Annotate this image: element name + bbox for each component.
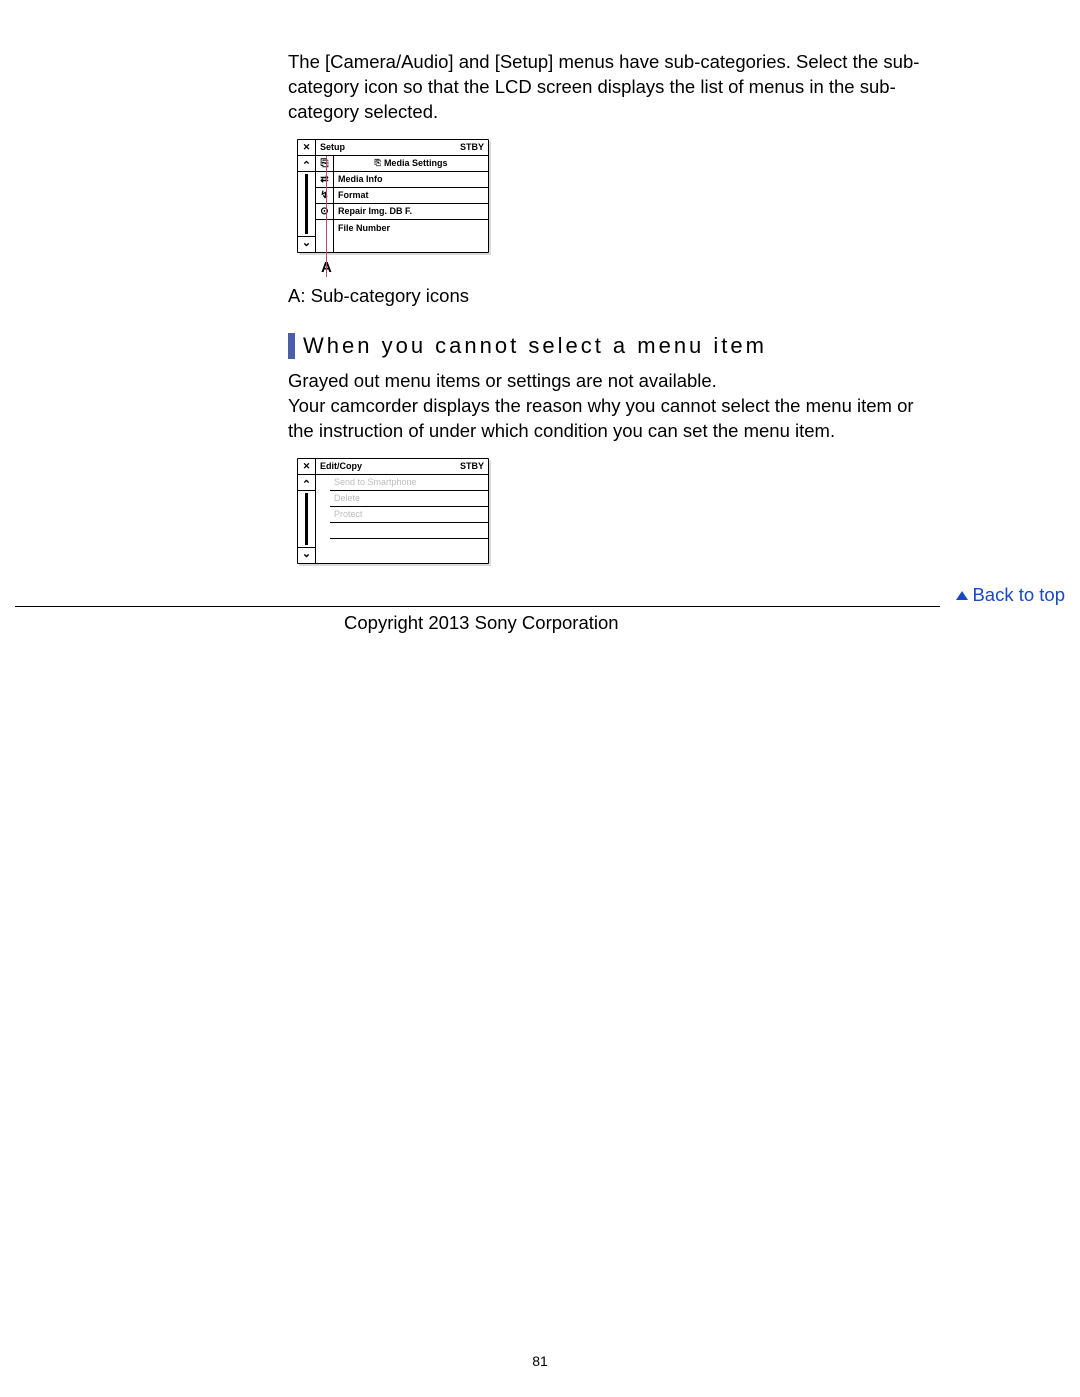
figure-setup-menu: Setup STBY ⎘ ⇄ ↯ ⊙ ⎘ <box>288 139 938 276</box>
subcategory-icon-column: ⎘ ⇄ ↯ ⊙ <box>316 156 334 252</box>
intro-paragraph: The [Camera/Audio] and [Setup] menus hav… <box>288 50 938 125</box>
page-number: 81 <box>0 1353 1080 1369</box>
chevron-up-icon <box>298 475 315 491</box>
scroll-track <box>298 491 315 547</box>
general-icon: ⊙ <box>316 204 333 220</box>
main-content: The [Camera/Audio] and [Setup] menus hav… <box>288 50 938 568</box>
horizontal-rule <box>15 606 940 607</box>
media-icon: ⎘ <box>375 158 381 168</box>
lcd-subheader-text: Media Settings <box>384 158 448 168</box>
menu-item: Media Info <box>334 172 488 188</box>
chevron-down-icon <box>298 547 315 563</box>
menu-item-empty <box>330 523 488 539</box>
gray-paragraph-1: Grayed out menu items or settings are no… <box>288 369 938 394</box>
section-heading: When you cannot select a menu item <box>288 333 938 359</box>
chevron-up-icon <box>298 156 315 172</box>
back-to-top-text: Back to top <box>972 584 1065 606</box>
menu-item: File Number <box>334 220 488 236</box>
menu-item: Format <box>334 188 488 204</box>
back-to-top-link[interactable]: Back to top <box>956 584 1065 606</box>
lcd-subheader: ⎘ Media Settings <box>334 156 488 172</box>
menu-item-empty <box>330 539 488 555</box>
lcd-header-title: Setup <box>320 142 345 152</box>
menu-item-disabled: Send to Smartphone <box>330 475 488 491</box>
connection-icon: ↯ <box>316 188 333 204</box>
menu-item-disabled: Delete <box>330 491 488 507</box>
lcd-screen-setup: Setup STBY ⎘ ⇄ ↯ ⊙ ⎘ <box>297 139 489 253</box>
caption-a: A: Sub-category icons <box>288 284 938 309</box>
callout-line <box>326 156 327 277</box>
chevron-down-icon <box>298 236 315 252</box>
figure-editcopy-menu: Edit/Copy STBY Send to Smartphone Delete… <box>288 458 938 564</box>
scroll-track <box>298 172 315 236</box>
media-settings-icon: ⎘ <box>316 156 333 172</box>
lcd-header: Edit/Copy STBY <box>316 459 488 475</box>
blank-icon <box>316 220 333 236</box>
lcd-header-title: Edit/Copy <box>320 461 362 471</box>
menu-item-disabled: Protect <box>330 507 488 523</box>
close-icon <box>298 459 315 475</box>
callout-label-a: A <box>321 259 938 276</box>
lcd-header: Setup STBY <box>316 140 488 156</box>
menu-item: Repair Img. DB F. <box>334 204 488 220</box>
gray-paragraph-2: Your camcorder displays the reason why y… <box>288 394 938 444</box>
close-icon <box>298 140 315 156</box>
lcd-header-status: STBY <box>460 461 484 471</box>
playback-icon: ⇄ <box>316 172 333 188</box>
lcd-header-status: STBY <box>460 142 484 152</box>
lcd-screen-editcopy: Edit/Copy STBY Send to Smartphone Delete… <box>297 458 489 564</box>
copyright-text: Copyright 2013 Sony Corporation <box>344 612 619 634</box>
